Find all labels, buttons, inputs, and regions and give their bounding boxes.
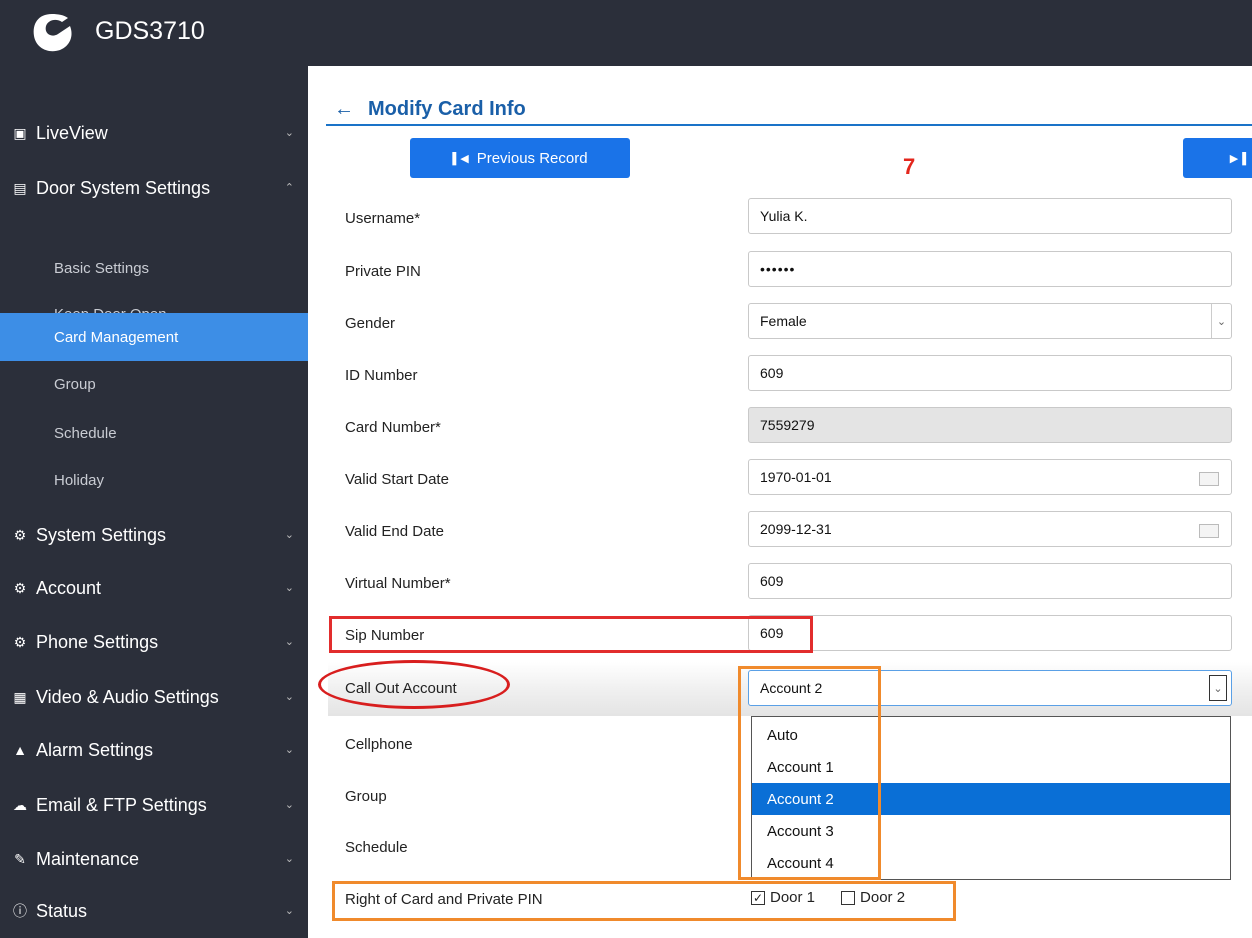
id-number-label: ID Number <box>345 367 418 384</box>
sidebar-subitem-card-management[interactable]: Card Management <box>0 313 308 361</box>
username-label: Username* <box>345 210 421 227</box>
chevron-down-icon: ⌄ <box>284 529 294 541</box>
door-panel-icon: ▤ <box>13 179 27 196</box>
private-pin-label: Private PIN <box>345 263 421 280</box>
sidebar-item-account[interactable]: ⚙ Account ⌄ <box>0 564 308 612</box>
calendar-icon[interactable] <box>1199 524 1219 538</box>
next-record-button[interactable]: ▶▐ <box>1183 138 1252 178</box>
sidebar-item-label: Door System Settings <box>36 177 211 198</box>
sidebar-subitem-basic-settings[interactable]: Basic Settings <box>0 244 308 292</box>
bell-icon: ▲ <box>13 742 27 758</box>
wrench-icon: ✎ <box>14 850 26 867</box>
sidebar-item-label: Video & Audio Settings <box>36 686 219 707</box>
card-number-label: Card Number* <box>345 419 441 436</box>
video-audio-icon: ▦ <box>13 688 27 705</box>
annotation-orange-rights-box <box>332 881 956 921</box>
chevron-down-icon: ⌄ <box>284 799 294 811</box>
chevron-down-icon: ⌄ <box>1209 675 1227 701</box>
settings-icon: ⚙ <box>13 526 27 543</box>
chevron-down-icon: ⌄ <box>284 636 294 648</box>
virtual-number-field[interactable]: 609 <box>748 563 1232 599</box>
top-bar: GDS3710 <box>0 0 1252 66</box>
app-title: GDS3710 <box>95 17 205 45</box>
chevron-down-icon: ⌄ <box>284 582 294 594</box>
valid-end-date-field[interactable]: 2099-12-31 <box>748 511 1232 547</box>
sidebar-item-label: Status <box>36 900 88 921</box>
sidebar-item-status[interactable]: ⓘ Status ⌄ <box>0 887 308 935</box>
chevron-down-icon: ⌄ <box>284 905 294 917</box>
info-icon: ⓘ <box>13 903 27 919</box>
annotation-red-ellipse <box>318 660 510 709</box>
chevron-down-icon: ⌄ <box>284 127 294 139</box>
cloud-icon: ☁ <box>13 796 27 813</box>
id-number-field[interactable]: 609 <box>748 355 1232 391</box>
sidebar-item-alarm-settings[interactable]: ▲ Alarm Settings ⌄ <box>0 726 308 774</box>
chevron-down-icon: ⌄ <box>284 744 294 756</box>
private-pin-field[interactable]: •••••• <box>748 251 1232 287</box>
card-number-field: 7559279 <box>748 407 1232 443</box>
previous-record-button[interactable]: ▌◀ Previous Record <box>410 138 630 178</box>
chevron-down-icon: ⌄ <box>284 691 294 703</box>
grandstream-logo-icon <box>33 14 72 52</box>
phone-settings-icon: ⚙ <box>13 633 27 650</box>
gender-value: Female <box>760 313 807 329</box>
chevron-down-icon: ⌄ <box>284 853 294 865</box>
sidebar-item-label: System Settings <box>36 524 167 545</box>
virtual-number-label: Virtual Number* <box>345 575 451 592</box>
skip-next-icon: ▶▐ <box>1229 152 1246 165</box>
sidebar-item-liveview[interactable]: ▣ LiveView ⌄ <box>0 109 308 157</box>
schedule-label: Schedule <box>345 839 408 856</box>
sidebar-item-email-ftp-settings[interactable]: ☁ Email & FTP Settings ⌄ <box>0 781 308 829</box>
sidebar-subitem-schedule[interactable]: Schedule <box>0 409 308 457</box>
sidebar-subitem-holiday[interactable]: Holiday <box>0 456 308 504</box>
previous-record-label: Previous Record <box>476 149 588 167</box>
sidebar-item-video-audio-settings[interactable]: ▦ Video & Audio Settings ⌄ <box>0 673 308 721</box>
sidebar-item-label: LiveView <box>36 122 108 143</box>
valid-end-date-value: 2099-12-31 <box>760 521 832 537</box>
sidebar-item-label: Email & FTP Settings <box>36 794 207 815</box>
sidebar-item-label: Phone Settings <box>36 631 159 652</box>
sip-number-field[interactable]: 609 <box>748 615 1232 651</box>
sidebar-subitem-group[interactable]: Group <box>0 360 308 408</box>
sidebar-item-maintenance[interactable]: ✎ Maintenance ⌄ <box>0 835 308 883</box>
record-number: 7 <box>903 154 916 179</box>
valid-end-date-label: Valid End Date <box>345 523 444 540</box>
sidebar-item-door-system-settings[interactable]: ▤ Door System Settings ⌃ <box>0 164 308 212</box>
sidebar-item-label: Alarm Settings <box>36 739 154 760</box>
back-arrow-icon[interactable]: ← <box>334 98 354 121</box>
account-icon: ⚙ <box>13 579 27 596</box>
annotation-red-box <box>329 616 813 653</box>
group-label: Group <box>345 788 387 805</box>
sidebar-item-label: Account <box>36 577 102 598</box>
cellphone-label: Cellphone <box>345 736 413 753</box>
sidebar-item-system-settings[interactable]: ⚙ System Settings ⌄ <box>0 511 308 559</box>
valid-start-date-field[interactable]: 1970-01-01 <box>748 459 1232 495</box>
valid-start-date-label: Valid Start Date <box>345 471 449 488</box>
video-icon: ▣ <box>13 124 27 141</box>
chevron-up-icon: ⌃ <box>284 182 294 194</box>
calendar-icon[interactable] <box>1199 472 1219 486</box>
username-field[interactable]: Yulia K. <box>748 198 1232 234</box>
gender-label: Gender <box>345 315 396 332</box>
sidebar-item-phone-settings[interactable]: ⚙ Phone Settings ⌄ <box>0 618 308 666</box>
annotation-orange-box <box>738 666 881 880</box>
valid-start-date-value: 1970-01-01 <box>760 469 832 485</box>
skip-previous-icon: ▌◀ <box>452 152 469 165</box>
gender-select[interactable]: Female ⌄ <box>748 303 1232 339</box>
chevron-down-icon: ⌄ <box>1211 304 1231 338</box>
page-header: ← Modify Card Info <box>326 94 1252 126</box>
main-content: ← Modify Card Info ▌◀ Previous Record 7 … <box>308 66 1252 938</box>
sidebar: ▣ LiveView ⌄ ▤ Door System Settings ⌃ Ba… <box>0 66 308 938</box>
sidebar-item-label: Maintenance <box>36 848 140 869</box>
page-title: Modify Card Info <box>368 97 526 120</box>
